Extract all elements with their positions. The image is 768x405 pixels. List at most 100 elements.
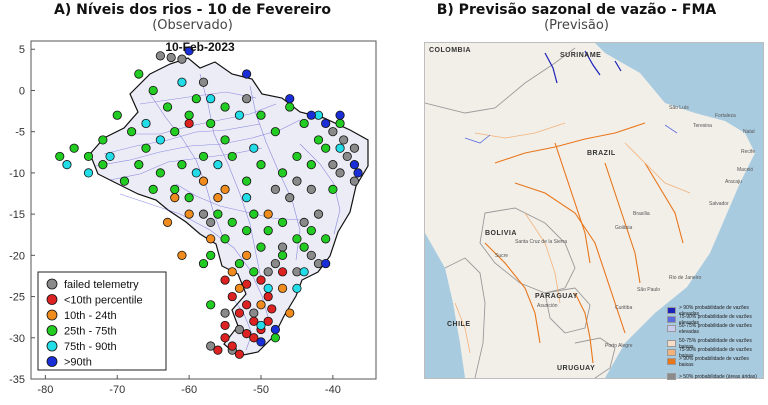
gauge-point (321, 118, 331, 129)
gauge-point (234, 308, 245, 318)
gauge-point (306, 226, 316, 236)
moderate-high-rivers (464, 124, 678, 144)
legend-b: > 90% probabilidade de vazões elevadas 75… (667, 305, 762, 381)
gauge-point (213, 160, 223, 170)
gauge-point (349, 143, 360, 153)
gauge-point (321, 234, 331, 244)
legend-b-swatch (667, 373, 676, 380)
gauge-point (177, 77, 187, 87)
gauge-point (353, 168, 363, 178)
gauge-point (256, 320, 266, 331)
gauge-point (206, 250, 216, 260)
gauge-point (349, 160, 360, 170)
legend-a-label: failed telemetry (64, 279, 139, 291)
gauge-point (127, 127, 137, 137)
y-tick-label: -20 (9, 250, 25, 262)
gauge-point (270, 324, 280, 335)
legend-a-marker (46, 294, 58, 305)
gauge-point (292, 283, 302, 293)
panel-b-subtitle: (Previsão) (544, 18, 609, 33)
panel-b-title: B) Previsão sazonal de vazão - FMA (436, 2, 717, 18)
legend-b-swatch (667, 340, 676, 347)
gauge-point (134, 69, 144, 79)
gauge-point (263, 291, 273, 302)
label-brazil: BRAZIL (587, 150, 616, 157)
gauge-point (141, 118, 151, 129)
gauge-point (184, 193, 194, 203)
x-tick-label: -80 (37, 384, 53, 396)
gauge-point (220, 320, 230, 331)
city-natal: Natal (743, 129, 755, 135)
label-colombia: COLOMBIA (429, 47, 472, 54)
gauge-point (256, 110, 266, 120)
gauge-point (321, 258, 331, 269)
gauge-point (170, 127, 180, 137)
gauge-point (242, 176, 252, 186)
legend-a-marker (46, 278, 58, 290)
y-tick-label: -10 (9, 168, 25, 180)
legend-a-marker (46, 356, 58, 367)
gauge-point (263, 209, 273, 219)
x-tick-label: -70 (109, 384, 125, 396)
panel-a-title: A) Níveis dos rios - 10 de Fevereiro (54, 2, 331, 18)
gauge-point (83, 168, 94, 178)
gauge-point (256, 242, 266, 252)
gauge-point (328, 184, 338, 194)
gauge-point (227, 217, 237, 227)
label-chile: CHILE (447, 321, 471, 328)
gauge-point (263, 226, 273, 236)
city-sao-paulo: São Paulo (637, 287, 661, 293)
y-tick-label: -30 (9, 333, 25, 345)
gauge-point (313, 209, 324, 219)
pacific-ocean (425, 233, 465, 378)
gauge-point (342, 151, 352, 162)
city-curitiba: Curitiba (615, 305, 633, 311)
label-suriname: SURINAME (560, 52, 602, 59)
gauge-point (141, 143, 151, 153)
gauge-point (263, 267, 273, 277)
gauge-point (177, 54, 187, 64)
gauge-point (220, 135, 230, 145)
gauge-point (285, 308, 295, 318)
gauge-point (220, 275, 230, 285)
gauge-point (213, 193, 223, 203)
gauge-point (256, 275, 266, 285)
gauge-point (335, 168, 345, 178)
gauge-point (277, 242, 288, 252)
gauge-point (206, 217, 216, 227)
gauge-point (227, 341, 237, 351)
gauge-point (148, 85, 158, 96)
gauge-point (242, 250, 252, 260)
gauge-point (285, 102, 295, 112)
gauge-point (220, 102, 230, 112)
gauge-point (306, 250, 316, 260)
gauge-point (256, 160, 266, 170)
y-tick-label: -35 (9, 374, 25, 386)
y-tick-label: -15 (9, 209, 25, 221)
legend-a-label: 10th - 24th (64, 310, 117, 322)
gauge-point (292, 151, 302, 162)
gauge-point (270, 333, 280, 343)
gauge-point (105, 151, 115, 162)
city-santa-cruz: Santa Cruz de la Sierra (515, 239, 567, 245)
gauge-point (306, 110, 316, 120)
gauge-point (148, 184, 158, 194)
panel-a-title-block: A) Níveis dos rios - 10 de Fevereiro (Ob… (0, 2, 385, 33)
gauge-point (242, 94, 252, 104)
gauge-point (299, 118, 309, 129)
gauge-point (191, 168, 201, 178)
legend-a-marker (46, 325, 58, 336)
gauge-point (198, 258, 209, 269)
legend-a-label: 25th - 75th (64, 326, 117, 338)
legend-a-marker (46, 309, 58, 321)
legend-a-label: >90th (64, 357, 92, 369)
gauge-point (206, 234, 216, 244)
city-sucre: Sucre (495, 253, 509, 259)
gauge-point (220, 333, 230, 343)
gauge-point (55, 151, 65, 162)
gauge-point (62, 160, 72, 170)
gauge-point (170, 184, 180, 194)
gauge-point (335, 118, 345, 129)
gauge-point (242, 300, 252, 310)
gauge-point (234, 110, 245, 120)
